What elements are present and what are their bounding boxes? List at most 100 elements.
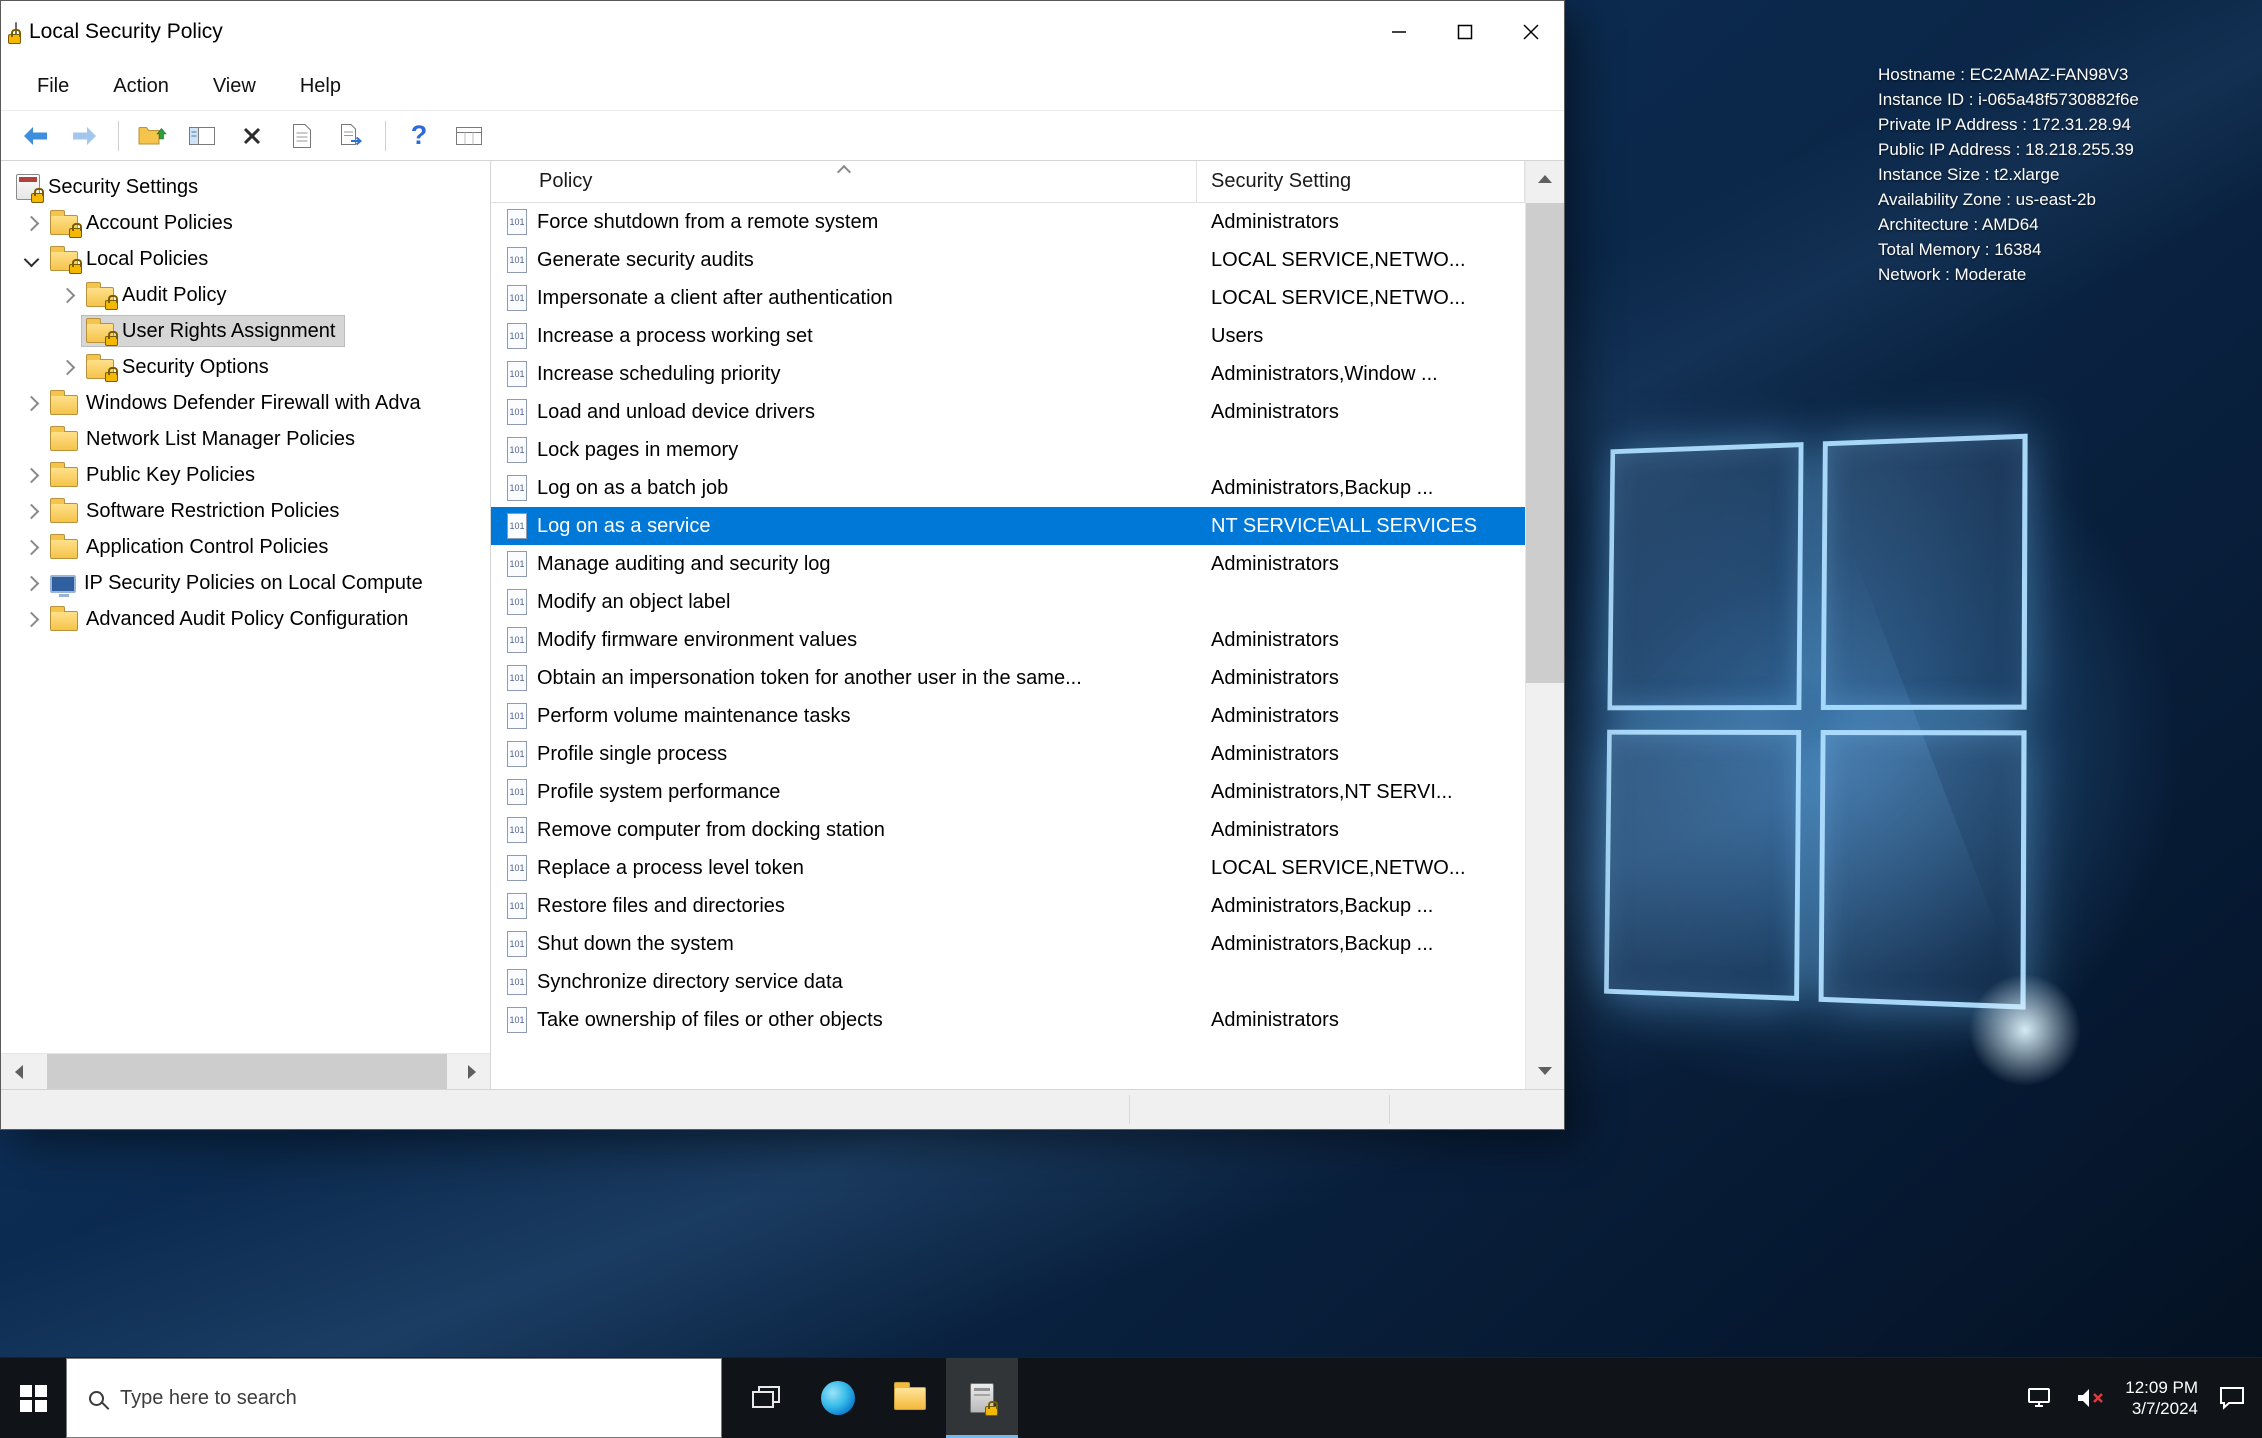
tree-item-application-control-policies[interactable]: Application Control Policies bbox=[1, 529, 490, 565]
folder-icon bbox=[50, 426, 78, 451]
local-security-policy-taskbar-button[interactable] bbox=[946, 1358, 1018, 1438]
tree-item-audit-policy[interactable]: Audit Policy bbox=[1, 277, 490, 313]
file-explorer-button[interactable] bbox=[874, 1358, 946, 1438]
tree-expander-icon[interactable] bbox=[17, 254, 45, 265]
policy-row[interactable]: Profile system performance Administrators… bbox=[491, 773, 1525, 811]
menu-help[interactable]: Help bbox=[278, 75, 363, 98]
policy-cell: Manage auditing and security log bbox=[491, 551, 1197, 577]
toolbar-separator bbox=[118, 120, 119, 151]
taskbar-clock[interactable]: 12:09 PM 3/7/2024 bbox=[2125, 1377, 2198, 1419]
tree-expander-icon[interactable] bbox=[17, 614, 45, 625]
policy-row[interactable]: Profile single process Administrators bbox=[491, 735, 1525, 773]
tree-item-security-options[interactable]: Security Options bbox=[1, 349, 490, 385]
tree-item-public-key-policies[interactable]: Public Key Policies bbox=[1, 457, 490, 493]
menu-action[interactable]: Action bbox=[91, 75, 191, 98]
task-view-button[interactable] bbox=[730, 1358, 802, 1438]
volume-button[interactable] bbox=[2075, 1387, 2105, 1409]
bginfo-line: Instance Size : t2.xlarge bbox=[1878, 165, 2060, 184]
security-setting: Administrators bbox=[1211, 666, 1339, 689]
bginfo-line: Availability Zone : us-east-2b bbox=[1878, 190, 2096, 209]
tree-item-label: Account Policies bbox=[86, 211, 233, 234]
tree-item-network-list-manager-policies[interactable]: Network List Manager Policies bbox=[1, 421, 490, 457]
minimize-button[interactable] bbox=[1366, 1, 1432, 63]
tree-horizontal-scrollbar[interactable] bbox=[1, 1053, 490, 1090]
lock-emblem-icon bbox=[105, 295, 118, 310]
policy-row[interactable]: Synchronize directory service data bbox=[491, 963, 1525, 1001]
policy-row[interactable]: Generate security audits LOCAL SERVICE,NE… bbox=[491, 241, 1525, 279]
back-button[interactable] bbox=[13, 115, 57, 157]
search-icon bbox=[89, 1390, 104, 1406]
properties-button[interactable] bbox=[280, 115, 324, 157]
tree-expander-icon[interactable] bbox=[53, 362, 81, 373]
policy-row[interactable]: Obtain an impersonation token for anothe… bbox=[491, 659, 1525, 697]
search-input[interactable] bbox=[104, 1386, 721, 1410]
policy-row[interactable]: Shut down the system Administrators,Backu… bbox=[491, 925, 1525, 963]
taskbar-search[interactable] bbox=[66, 1358, 722, 1438]
policy-row[interactable]: Increase scheduling priority Administrato… bbox=[491, 355, 1525, 393]
action-center-button[interactable] bbox=[2218, 1385, 2246, 1411]
policy-cell: Impersonate a client after authenticatio… bbox=[491, 285, 1197, 311]
tree-item-local-policies[interactable]: Local Policies bbox=[1, 241, 490, 277]
edge-button[interactable] bbox=[802, 1358, 874, 1438]
tree-item-ip-security-policies[interactable]: IP Security Policies on Local Compute bbox=[1, 565, 490, 601]
help-button[interactable]: ? bbox=[397, 115, 441, 157]
show-console-tree-button[interactable] bbox=[180, 115, 224, 157]
policy-row[interactable]: Lock pages in memory bbox=[491, 431, 1525, 469]
desktop: Hostname : EC2AMAZ-FAN98V3 Instance ID : … bbox=[0, 0, 2262, 1438]
list-vertical-scrollbar[interactable] bbox=[1525, 161, 1564, 1089]
policy-cell: Generate security audits bbox=[491, 247, 1197, 273]
policy-row[interactable]: Modify an object label bbox=[491, 583, 1525, 621]
forward-button[interactable] bbox=[63, 115, 107, 157]
tree-expander-icon[interactable] bbox=[17, 542, 45, 553]
tree-item-user-rights-assignment[interactable]: User Rights Assignment bbox=[1, 313, 490, 349]
tree-item-windows-defender-firewall[interactable]: Windows Defender Firewall with Adva bbox=[1, 385, 490, 421]
scrollbar-track[interactable] bbox=[37, 1053, 454, 1090]
up-one-level-button[interactable] bbox=[130, 115, 174, 157]
scroll-down-icon bbox=[1538, 1067, 1552, 1075]
scrollbar-thumb[interactable] bbox=[1526, 203, 1564, 683]
tree-expander-icon[interactable] bbox=[17, 398, 45, 409]
policy-row[interactable]: Manage auditing and security log Administ… bbox=[491, 545, 1525, 583]
scroll-down-button[interactable] bbox=[1526, 1053, 1564, 1089]
policy-row[interactable]: Log on as a batch job Administrators,Back… bbox=[491, 469, 1525, 507]
export-list-button[interactable] bbox=[330, 115, 374, 157]
column-header-security-setting[interactable]: Security Setting bbox=[1197, 161, 1525, 202]
policy-row[interactable]: Perform volume maintenance tasks Administ… bbox=[491, 697, 1525, 735]
policy-doc-icon bbox=[507, 665, 527, 691]
tree-expander-icon[interactable] bbox=[17, 506, 45, 517]
tree-item-security-settings[interactable]: Security Settings bbox=[1, 169, 490, 205]
policy-row[interactable]: Remove computer from docking station Admi… bbox=[491, 811, 1525, 849]
policy-row[interactable]: Increase a process working set Users bbox=[491, 317, 1525, 355]
close-button[interactable] bbox=[1498, 1, 1564, 63]
tree-expander-icon[interactable] bbox=[17, 578, 45, 589]
maximize-button[interactable] bbox=[1432, 1, 1498, 63]
tree-item-account-policies[interactable]: Account Policies bbox=[1, 205, 490, 241]
window-list-button[interactable] bbox=[447, 115, 491, 157]
policy-row[interactable]: Force shutdown from a remote system Admin… bbox=[491, 203, 1525, 241]
policy-row[interactable]: Modify firmware environment values Admini… bbox=[491, 621, 1525, 659]
policy-row[interactable]: Impersonate a client after authenticatio… bbox=[491, 279, 1525, 317]
tree-item-advanced-audit-policy-configuration[interactable]: Advanced Audit Policy Configuration bbox=[1, 601, 490, 637]
policy-row[interactable]: Load and unload device drivers Administra… bbox=[491, 393, 1525, 431]
delete-button[interactable] bbox=[230, 115, 274, 157]
scrollbar-track[interactable] bbox=[1526, 197, 1564, 1053]
scrollbar-thumb[interactable] bbox=[47, 1053, 447, 1090]
menu-file[interactable]: File bbox=[15, 75, 91, 98]
network-button[interactable] bbox=[2027, 1386, 2055, 1410]
scroll-left-button[interactable] bbox=[1, 1054, 37, 1090]
menu-view[interactable]: View bbox=[191, 75, 278, 98]
tree-expander-icon[interactable] bbox=[17, 470, 45, 481]
bginfo-line: Instance ID : i-065a48f5730882f6e bbox=[1878, 90, 2139, 109]
tree-item-software-restriction-policies[interactable]: Software Restriction Policies bbox=[1, 493, 490, 529]
policy-row[interactable]: Restore files and directories Administrat… bbox=[491, 887, 1525, 925]
edge-icon bbox=[821, 1381, 855, 1415]
scroll-up-button[interactable] bbox=[1526, 161, 1564, 197]
scroll-right-button[interactable] bbox=[454, 1054, 490, 1090]
policy-row[interactable]: Take ownership of files or other objects… bbox=[491, 1001, 1525, 1039]
policy-row[interactable]: Replace a process level token LOCAL SERVI… bbox=[491, 849, 1525, 887]
tree-expander-icon[interactable] bbox=[53, 290, 81, 301]
start-button[interactable] bbox=[0, 1358, 66, 1438]
toolbar-separator bbox=[385, 120, 386, 151]
policy-row[interactable]: Log on as a service NT SERVICE\ALL SERVIC… bbox=[491, 507, 1525, 545]
tree-expander-icon[interactable] bbox=[17, 218, 45, 229]
